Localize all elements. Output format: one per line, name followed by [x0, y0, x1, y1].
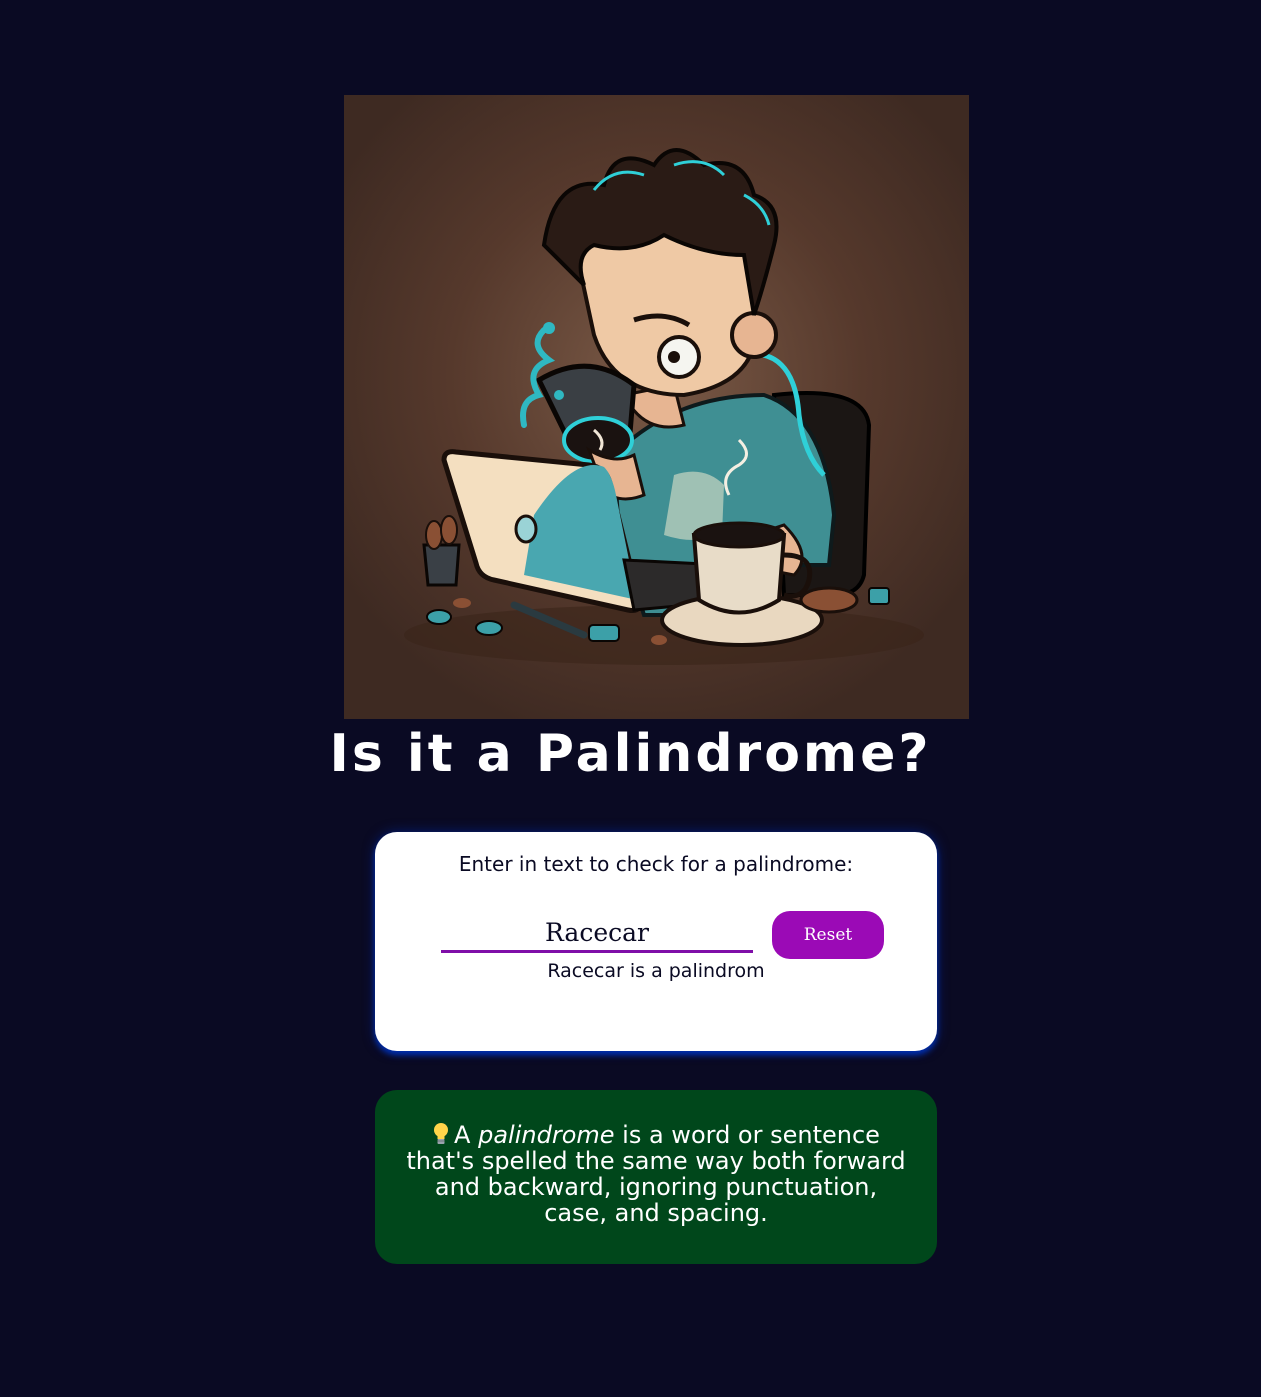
palindrome-definition-box: A palindrome is a word or sentence that'… — [375, 1090, 937, 1264]
input-label: Enter in text to check for a palindrome: — [458, 852, 854, 876]
page-title: Is it a Palindrome? — [329, 724, 932, 784]
reset-button[interactable]: Reset — [772, 911, 884, 959]
coffee-programmer-illustration — [344, 95, 969, 719]
definition-lead: A — [454, 1121, 471, 1149]
lightbulb-icon — [434, 1123, 449, 1144]
definition-term: palindrome — [478, 1121, 615, 1149]
hero-illustration — [344, 95, 969, 719]
result-message: Racecar is a palindrom — [547, 960, 765, 982]
text-input[interactable] — [441, 914, 753, 953]
palindrome-checker-card: Enter in text to check for a palindrome:… — [375, 832, 937, 1051]
